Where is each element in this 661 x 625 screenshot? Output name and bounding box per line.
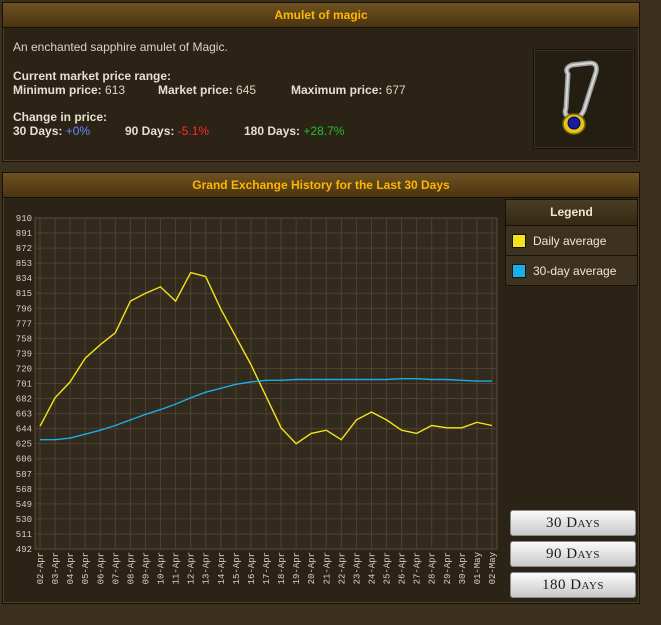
y-tick-label: 606	[16, 455, 32, 465]
y-tick-label: 758	[16, 334, 32, 344]
change-180-value: +28.7%	[303, 124, 345, 138]
x-tick-label: 13-Apr	[202, 552, 212, 584]
x-tick-label: 26-Apr	[398, 552, 408, 584]
range-180-days-button[interactable]: 180 Days	[510, 572, 636, 598]
legend-item-daily: Daily average	[505, 226, 638, 256]
x-tick-label: 15-Apr	[232, 552, 242, 584]
legend-title: Legend	[505, 199, 638, 226]
change-90: 90 Days: -5.1%	[125, 124, 209, 138]
x-tick-label: 02-Apr	[36, 552, 46, 584]
y-tick-label: 492	[16, 545, 32, 555]
change-90-label: 90 Days:	[125, 124, 175, 138]
x-tick-label: 10-Apr	[157, 552, 167, 584]
x-tick-label: 25-Apr	[383, 552, 393, 584]
x-tick-label: 18-Apr	[277, 552, 287, 584]
y-tick-label: 682	[16, 395, 32, 405]
market-price-value: 645	[236, 83, 257, 97]
x-tick-label: 17-Apr	[262, 552, 272, 584]
x-tick-label: 02-May	[488, 551, 498, 584]
max-price-value: 677	[385, 83, 406, 97]
x-tick-label: 28-Apr	[428, 552, 438, 584]
change-label: Change in price:	[13, 110, 108, 124]
max-price-label: Maximum price:	[291, 83, 383, 97]
legend-item-avg: 30-day average	[505, 256, 638, 286]
y-tick-label: 777	[16, 319, 32, 329]
item-image-box	[533, 49, 635, 149]
x-tick-label: 27-Apr	[413, 552, 423, 584]
x-tick-label: 22-Apr	[337, 552, 347, 584]
range-90-days-button[interactable]: 90 Days	[510, 541, 636, 567]
y-tick-label: 625	[16, 440, 32, 450]
range-30-days-button[interactable]: 30 Days	[510, 510, 636, 536]
y-tick-label: 663	[16, 410, 32, 420]
y-tick-label: 530	[16, 515, 32, 525]
x-tick-label: 05-Apr	[81, 552, 91, 584]
price-range-label: Current market price range:	[13, 69, 172, 83]
x-tick-label: 08-Apr	[126, 552, 136, 584]
y-tick-label: 891	[16, 229, 32, 239]
x-tick-label: 14-Apr	[217, 552, 227, 584]
x-tick-label: 12-Apr	[187, 552, 197, 584]
market-price-label: Market price:	[158, 83, 233, 97]
y-tick-label: 834	[16, 274, 32, 284]
x-tick-label: 04-Apr	[66, 552, 76, 584]
item-panel: Amulet of magic An enchanted sapphire am…	[2, 2, 640, 162]
y-tick-label: 739	[16, 349, 32, 359]
x-tick-label: 16-Apr	[247, 552, 257, 584]
x-tick-label: 29-Apr	[443, 552, 453, 584]
x-tick-label: 20-Apr	[307, 552, 317, 584]
x-tick-label: 30-Apr	[458, 552, 468, 584]
y-tick-label: 701	[16, 380, 32, 390]
x-tick-label: 21-Apr	[322, 552, 332, 584]
y-tick-label: 587	[16, 470, 32, 480]
item-title: Amulet of magic	[3, 3, 639, 28]
price-history-chart: 910 891 872 853 834 815 796 777 758 739 720 701 682 6…	[16, 214, 498, 584]
y-tick-label: 815	[16, 289, 32, 299]
avg-swatch	[512, 263, 526, 278]
max-price: Maximum price: 677	[291, 83, 406, 97]
y-tick-label: 796	[16, 304, 32, 314]
y-tick-label: 910	[16, 214, 32, 224]
y-tick-label: 644	[16, 425, 32, 435]
x-tick-label: 19-Apr	[292, 552, 302, 584]
x-tick-label: 09-Apr	[141, 552, 151, 584]
market-price: Market price: 645	[158, 83, 256, 97]
x-tick-label: 23-Apr	[352, 552, 362, 584]
y-tick-label: 853	[16, 259, 32, 269]
legend-avg-label: 30-day average	[533, 263, 617, 278]
change-30-value: +0%	[65, 124, 91, 138]
x-tick-label: 24-Apr	[367, 552, 377, 584]
daily-swatch	[512, 233, 526, 248]
min-price-label: Minimum price:	[13, 83, 102, 97]
x-tick-label: 01-May	[473, 551, 483, 584]
change-180: 180 Days: +28.7%	[244, 124, 344, 138]
change-30-label: 30 Days:	[13, 124, 63, 138]
graph-title: Grand Exchange History for the Last 30 D…	[3, 173, 639, 198]
min-price-value: 613	[105, 83, 126, 97]
legend-daily-label: Daily average	[533, 233, 607, 248]
amulet-icon	[562, 60, 599, 135]
x-tick-label: 07-Apr	[111, 552, 121, 584]
y-tick-label: 720	[16, 364, 32, 374]
change-30: 30 Days: +0%	[13, 124, 90, 138]
x-tick-label: 06-Apr	[96, 552, 106, 584]
x-tick-label: 11-Apr	[172, 552, 182, 584]
item-description: An enchanted sapphire amulet of Magic.	[13, 40, 228, 54]
change-180-label: 180 Days:	[244, 124, 301, 138]
min-price: Minimum price: 613	[13, 83, 125, 97]
y-tick-label: 872	[16, 244, 32, 254]
y-tick-label: 511	[16, 530, 32, 540]
y-tick-label: 568	[16, 485, 32, 495]
y-tick-label: 549	[16, 500, 32, 510]
x-tick-label: 03-Apr	[51, 552, 61, 584]
legend: Legend Daily average 30-day average	[505, 199, 638, 287]
change-90-value: -5.1%	[177, 124, 210, 138]
